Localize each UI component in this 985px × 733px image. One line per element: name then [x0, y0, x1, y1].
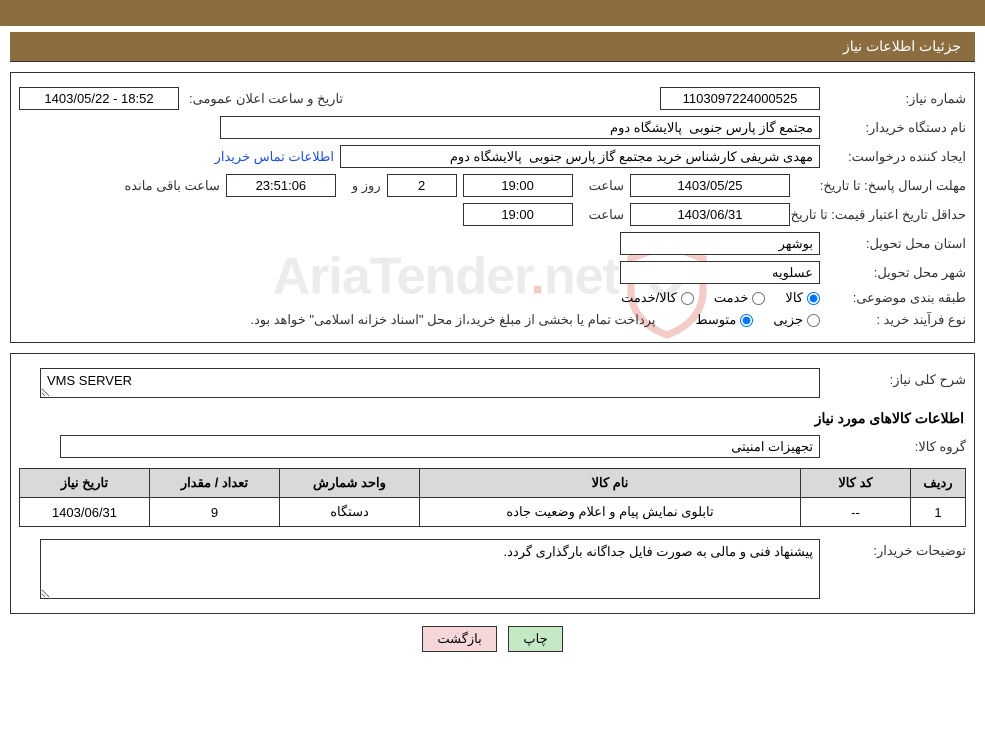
province-label: استان محل تحویل:	[826, 236, 966, 252]
col-code: کد کالا	[801, 469, 911, 498]
deadline-hour-field[interactable]	[463, 174, 573, 197]
need-no-label: شماره نیاز:	[826, 91, 966, 107]
goods-radio[interactable]	[807, 292, 820, 305]
subject-class-label: طبقه بندی موضوعی:	[826, 290, 966, 306]
table-row: 1 -- تابلوی نمایش پیام و اعلام وضعیت جاد…	[20, 498, 966, 527]
public-date-label: تاریخ و ساعت اعلان عمومی:	[185, 91, 343, 107]
button-row: چاپ بازگشت	[0, 626, 985, 652]
back-button[interactable]: بازگشت	[422, 626, 496, 652]
cell-unit: دستگاه	[280, 498, 420, 527]
goods-service-radio[interactable]	[681, 292, 694, 305]
cell-code: --	[801, 498, 911, 527]
goods-service-radio-label: کالا/خدمت	[621, 290, 677, 306]
top-brown-bar	[0, 0, 985, 26]
process-type-label: نوع فرآیند خرید :	[826, 312, 966, 328]
col-name: نام کالا	[420, 469, 801, 498]
payment-note: پرداخت تمام یا بخشی از مبلغ خرید،از محل …	[246, 312, 655, 328]
validity-date-field[interactable]	[630, 203, 790, 226]
minor-radio[interactable]	[807, 314, 820, 327]
service-radio[interactable]	[752, 292, 765, 305]
validity-hour-field[interactable]	[463, 203, 573, 226]
public-date-field[interactable]	[19, 87, 179, 110]
goods-radio-label: کالا	[785, 290, 803, 306]
buyer-org-label: نام دستگاه خریدار:	[826, 120, 966, 136]
cell-row: 1	[911, 498, 966, 527]
remaining-time-field[interactable]	[226, 174, 336, 197]
general-desc-label: شرح کلی نیاز:	[826, 368, 966, 388]
col-unit: واحد شمارش	[280, 469, 420, 498]
hour-label-1: ساعت	[585, 178, 624, 194]
medium-radio-label: متوسط	[695, 312, 736, 328]
medium-radio[interactable]	[740, 314, 753, 327]
items-heading: اطلاعات کالاهای مورد نیاز	[21, 410, 964, 427]
panel-title-text: جزئیات اطلاعات نیاز	[843, 38, 961, 54]
cell-qty: 9	[150, 498, 280, 527]
days-and-label: روز و	[348, 178, 381, 194]
general-desc-field[interactable]: VMS SERVER	[40, 368, 820, 398]
cell-name: تابلوی نمایش پیام و اعلام وضعیت جاده	[420, 498, 801, 527]
requester-label: ایجاد کننده درخواست:	[826, 149, 966, 165]
validity-label: حداقل تاریخ اعتبار قیمت: تا تاریخ:	[796, 207, 966, 223]
table-header-row: ردیف کد کالا نام کالا واحد شمارش تعداد /…	[20, 469, 966, 498]
items-panel: شرح کلی نیاز: VMS SERVER اطلاعات کالاهای…	[10, 353, 975, 614]
requester-field[interactable]	[340, 145, 820, 168]
province-field[interactable]	[620, 232, 820, 255]
col-date: تاریخ نیاز	[20, 469, 150, 498]
goods-group-field[interactable]	[60, 435, 820, 458]
col-row: ردیف	[911, 469, 966, 498]
hours-remain-label: ساعت باقی مانده	[120, 178, 219, 194]
deadline-date-field[interactable]	[630, 174, 790, 197]
need-no-field[interactable]	[660, 87, 820, 110]
buyer-contact-link[interactable]: اطلاعات تماس خریدار	[215, 149, 334, 165]
hour-label-2: ساعت	[585, 207, 624, 223]
minor-radio-label: جزیی	[773, 312, 803, 328]
goods-group-label: گروه کالا:	[826, 439, 966, 455]
city-label: شهر محل تحویل:	[826, 265, 966, 281]
service-radio-label: خدمت	[714, 290, 749, 306]
remaining-days-field[interactable]	[387, 174, 457, 197]
items-table: ردیف کد کالا نام کالا واحد شمارش تعداد /…	[19, 468, 966, 527]
deadline-label: مهلت ارسال پاسخ: تا تاریخ:	[796, 178, 966, 194]
buyer-org-field[interactable]	[220, 116, 820, 139]
buyer-notes-label: توضیحات خریدار:	[826, 539, 966, 559]
col-qty: تعداد / مقدار	[150, 469, 280, 498]
panel-title: جزئیات اطلاعات نیاز	[10, 32, 975, 62]
buyer-notes-field[interactable]: پیشنهاد فنی و مالی به صورت فایل جداگانه …	[40, 539, 820, 599]
cell-date: 1403/06/31	[20, 498, 150, 527]
print-button[interactable]: چاپ	[508, 626, 562, 652]
city-field[interactable]	[620, 261, 820, 284]
main-details-panel: شماره نیاز: تاریخ و ساعت اعلان عمومی: نا…	[10, 72, 975, 343]
